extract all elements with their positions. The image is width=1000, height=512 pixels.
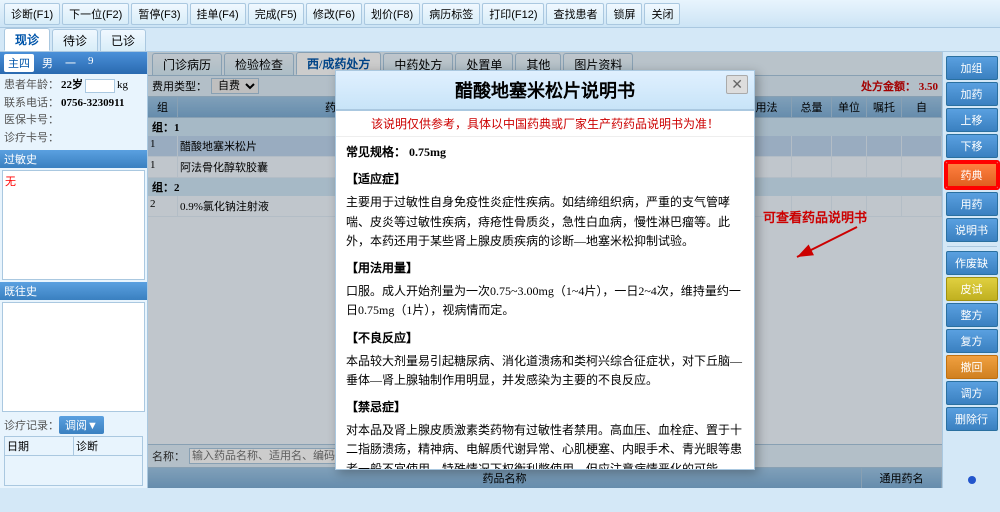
popup-content: 常见规格： 0.75mg 适应症 主要用于过敏性自身免疫性炎症性疾病。如结缔组织… <box>336 137 754 469</box>
pharmacopoeia-highlight-box: 药典 <box>944 160 1000 190</box>
pharmacopoeia-btn[interactable]: 药典 <box>946 162 998 188</box>
modify-btn[interactable]: 修改(F6) <box>306 3 362 25</box>
blue-status-dot <box>968 476 976 484</box>
spec-label: 常见规格： <box>346 145 406 159</box>
add-drug-btn[interactable]: 加药 <box>946 82 998 106</box>
right-divider <box>947 246 997 247</box>
spec-row: 常见规格： 0.75mg <box>346 143 744 162</box>
section-content-2: 本品较大剂量易引起糖尿病、消化道溃疡和类柯兴综合征症状，对下丘脑—垂体—肾上腺轴… <box>346 352 744 390</box>
next-patient-btn[interactable]: 下一位(F2) <box>62 3 129 25</box>
tag-btn[interactable]: 病历标签 <box>422 3 480 25</box>
pause-btn[interactable]: 暂停(F3) <box>131 3 187 25</box>
diag-recall-btn[interactable]: 调阅▼ <box>59 416 104 434</box>
drug-popup-overlay: 醋酸地塞米松片说明书 ✕ 该说明仅供参考，具体以中国药典或厂家生产药药品说明书为… <box>148 52 942 488</box>
phone-value: 0756-3230911 <box>61 95 125 113</box>
whole-formula-btn[interactable]: 整方 <box>946 303 998 327</box>
delete-row-btn[interactable]: 删除行 <box>946 407 998 431</box>
section-content-1: 口服。成人开始剂量为一次0.75~3.00mg（1~4片），一日2~4次，维持量… <box>346 282 744 320</box>
popup-title: 醋酸地塞米松片说明书 <box>455 81 635 101</box>
past-history-header: 既往史 <box>0 282 147 300</box>
left-panel: 主四 男 一 9 患者年龄： 22岁 kg 联系电话： 0756-3230911… <box>0 52 148 488</box>
main-layout: 主四 男 一 9 患者年龄： 22岁 kg 联系电话： 0756-3230911… <box>0 52 1000 488</box>
section-content-0: 主要用于过敏性自身免疫性炎症性疾病。如结缔组织病，严重的支气管哮喘、皮炎等过敏性… <box>346 193 744 251</box>
popup-subtitle: 该说明仅供参考，具体以中国药典或厂家生产药药品说明书为准！ <box>336 111 754 137</box>
popup-title-bar: 醋酸地塞米松片说明书 ✕ <box>336 71 754 111</box>
skin-test-btn[interactable]: 皮试 <box>946 277 998 301</box>
tab-done[interactable]: 已诊 <box>100 29 146 51</box>
left-tab-1[interactable]: 主四 <box>4 54 34 72</box>
move-down-btn[interactable]: 下移 <box>946 134 998 158</box>
diag-card-label: 诊疗卡号： <box>4 130 59 148</box>
compound-btn[interactable]: 复方 <box>946 329 998 353</box>
annotation-text: 可查看药品说明书 <box>763 207 867 226</box>
main-tab-row: 现诊 待诊 已诊 <box>0 28 1000 52</box>
patient-info: 患者年龄： 22岁 kg 联系电话： 0756-3230911 医保卡号： 诊疗… <box>0 74 147 150</box>
center-panel: 门诊病历 检验检查 西/成药处方 中药处方 处置单 其他 图片资料 费用类型： … <box>148 52 942 488</box>
price-btn[interactable]: 划价(F8) <box>364 3 420 25</box>
allergy-header: 过敏史 <box>0 150 147 168</box>
diag-records-label: 诊疗记录： <box>4 417 59 433</box>
age-label: 患者年龄： <box>4 77 59 95</box>
adjust-btn[interactable]: 调方 <box>946 381 998 405</box>
instructions-btn[interactable]: 说明书 <box>946 218 998 242</box>
weight-input[interactable] <box>85 79 115 93</box>
drug-popup: 醋酸地塞米松片说明书 ✕ 该说明仅供参考，具体以中国药典或厂家生产药药品说明书为… <box>335 70 755 470</box>
age-value: 22岁 <box>61 77 83 95</box>
left-tab-gender[interactable]: 男 <box>38 54 57 72</box>
annotation-arrow <box>747 207 867 287</box>
medication-btn[interactable]: 用药 <box>946 192 998 216</box>
void-btn[interactable]: 作废缺 <box>946 251 998 275</box>
diag-col-date: 日期 <box>5 437 74 456</box>
popup-close-btn[interactable]: ✕ <box>726 75 748 94</box>
withdraw-btn[interactable]: 撤回 <box>946 355 998 379</box>
diag-col-diag: 诊断 <box>74 437 143 456</box>
weight-unit: kg <box>117 77 128 95</box>
spec-value: 0.75mg <box>409 145 446 159</box>
section-title-3: 禁忌症 <box>346 398 744 417</box>
diagnosis-btn[interactable]: 诊断(F1) <box>4 3 60 25</box>
card-label: 医保卡号： <box>4 112 59 130</box>
left-panel-tabs: 主四 男 一 9 <box>0 52 147 74</box>
diag-area: 诊疗记录： 调阅▼ 日期 诊断 <box>0 414 147 488</box>
top-toolbar: 诊断(F1) 下一位(F2) 暂停(F3) 挂单(F4) 完成(F5) 修改(F… <box>0 0 1000 28</box>
section-title-1: 用法用量 <box>346 259 744 278</box>
past-history-content <box>2 302 145 412</box>
left-tab-4[interactable]: 9 <box>84 54 98 72</box>
pend-btn[interactable]: 挂单(F4) <box>190 3 246 25</box>
complete-btn[interactable]: 完成(F5) <box>248 3 304 25</box>
section-content-3: 对本品及肾上腺皮质激素类药物有过敏性者禁用。高血压、血栓症、置于十二指肠溃疡，精… <box>346 421 744 469</box>
section-title-2: 不良反应 <box>346 329 744 348</box>
phone-label: 联系电话： <box>4 95 59 113</box>
tab-pending[interactable]: 待诊 <box>52 29 98 51</box>
search-patient-btn[interactable]: 查找患者 <box>546 3 604 25</box>
allergy-content: 无 <box>2 170 145 280</box>
tab-current[interactable]: 现诊 <box>4 28 50 51</box>
left-tab-3[interactable]: 一 <box>61 54 80 72</box>
print-btn[interactable]: 打印(F12) <box>482 3 544 25</box>
close-btn[interactable]: 关闭 <box>644 3 680 25</box>
add-group-btn[interactable]: 加组 <box>946 56 998 80</box>
move-up-btn[interactable]: 上移 <box>946 108 998 132</box>
diag-table: 日期 诊断 <box>4 436 143 486</box>
right-panel: 加组 加药 上移 下移 药典 用药 说明书 作废缺 皮试 整方 复方 撤回 调方… <box>942 52 1000 488</box>
section-title-0: 适应症 <box>346 170 744 189</box>
lock-btn[interactable]: 锁屏 <box>606 3 642 25</box>
